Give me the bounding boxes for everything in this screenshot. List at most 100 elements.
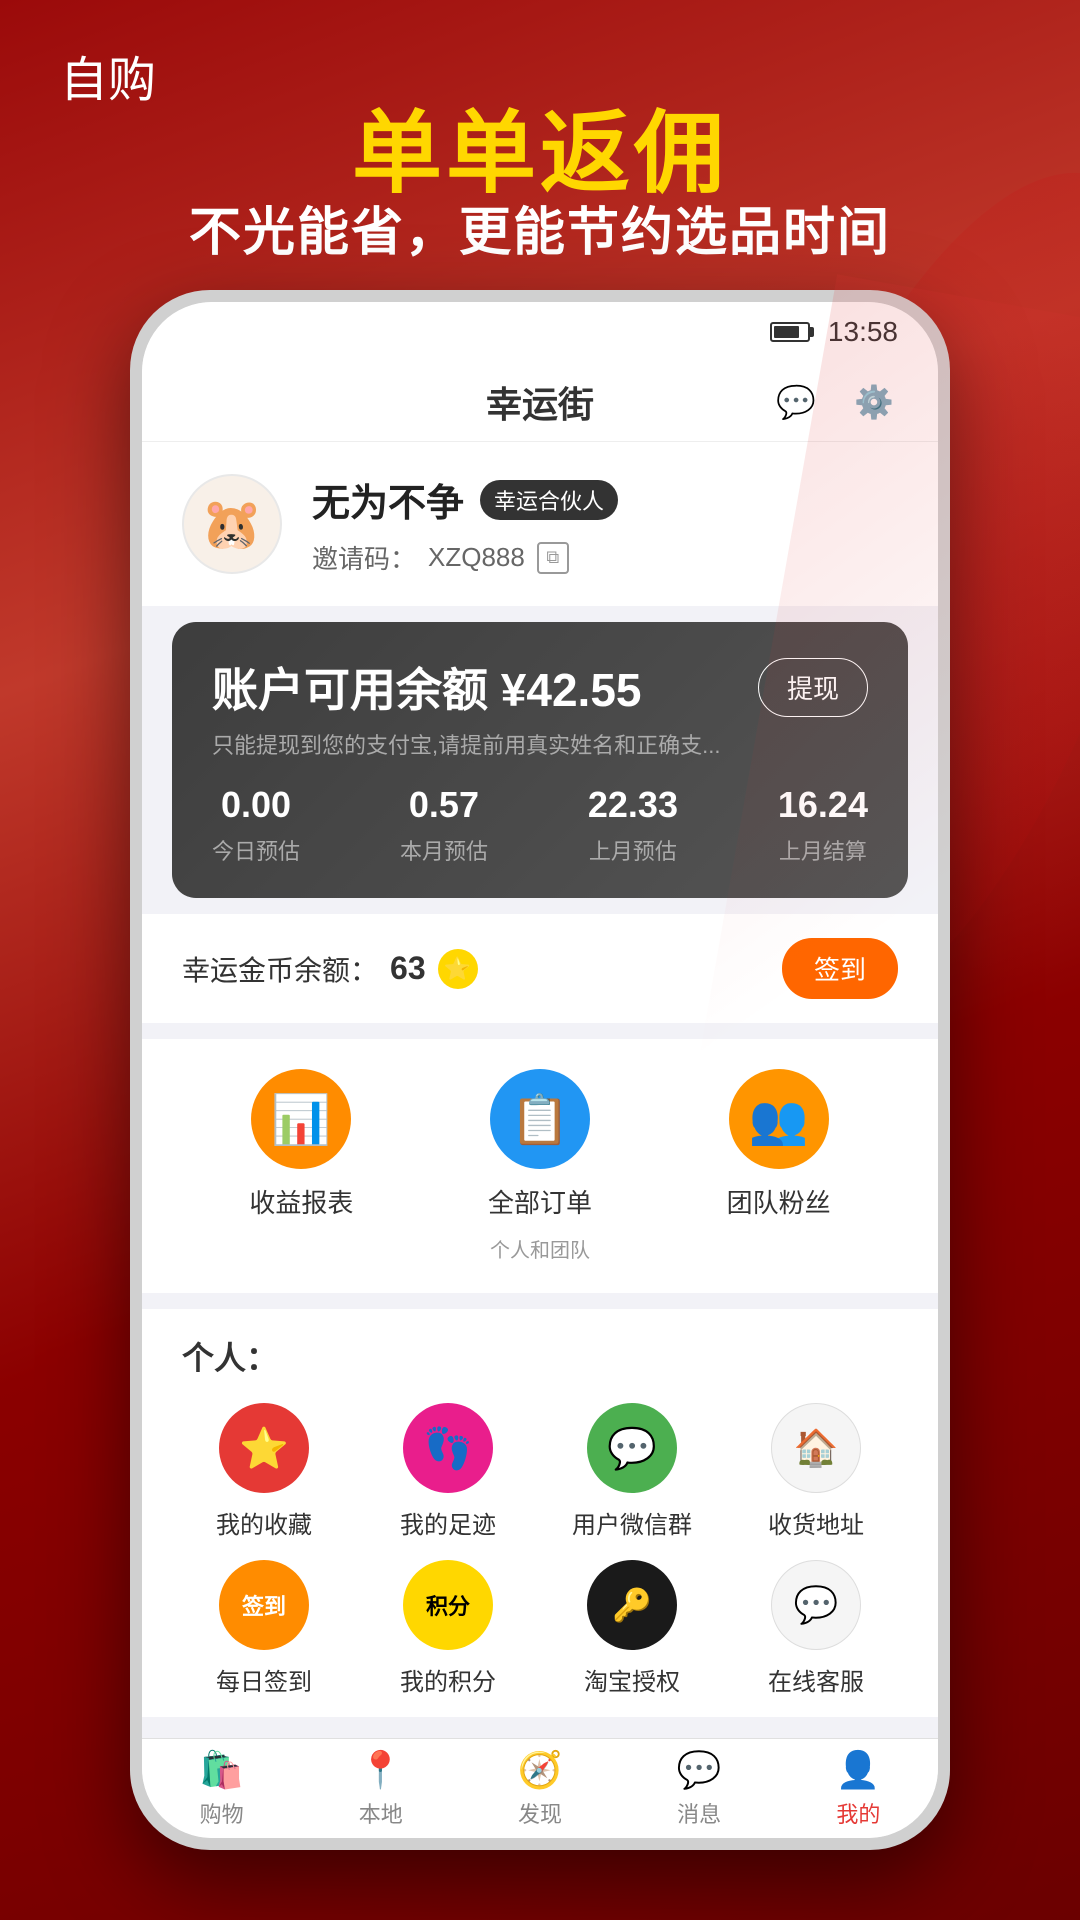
- mine-label: 我的: [836, 1797, 880, 1829]
- phone-outer: 13:58 幸运街 💬 ⚙️ 🐹: [130, 290, 950, 1850]
- daily-checkin-label: 每日签到: [216, 1662, 312, 1697]
- coin-left: 幸运金币余额： 63 ⭐: [182, 949, 478, 989]
- feature-row: 📊 收益报表 📋 全部订单 个人和团队 👥 团队粉丝: [142, 1039, 938, 1293]
- nav-mine[interactable]: 👤 我的: [836, 1749, 881, 1829]
- status-bar: 13:58: [142, 302, 938, 362]
- battery-icon: [770, 322, 810, 342]
- invite-code: XZQ888: [428, 542, 525, 573]
- service-label: 在线客服: [768, 1662, 864, 1697]
- orders-icon: 📋: [490, 1069, 590, 1169]
- stat-today: 0.00 今日预估: [212, 784, 300, 866]
- team-icon: 👥: [729, 1069, 829, 1169]
- feature-orders[interactable]: 📋 全部订单 个人和团队: [488, 1069, 592, 1263]
- address-icon: 🏠: [771, 1403, 861, 1493]
- personal-footprint[interactable]: 👣 我的足迹: [366, 1403, 530, 1540]
- balance-title-amount: 账户可用余额 ¥42.55: [212, 654, 642, 720]
- balance-stats: 0.00 今日预估 0.57 本月预估 22.33 上月预估: [212, 784, 868, 866]
- invite-row: 邀请码： XZQ888 ⧉: [312, 539, 898, 576]
- invite-label: 邀请码：: [312, 539, 416, 576]
- favorites-icon: ⭐: [219, 1403, 309, 1493]
- coin-icon: ⭐: [438, 949, 478, 989]
- top-nav: 幸运街 💬 ⚙️: [142, 362, 938, 442]
- personal-address[interactable]: 🏠 收货地址: [734, 1403, 898, 1540]
- personal-daily-checkin[interactable]: 签到 每日签到: [182, 1560, 346, 1697]
- messages-label: 消息: [677, 1797, 721, 1829]
- stat-last-month: 22.33 上月预估: [588, 784, 678, 866]
- taobao-label: 淘宝授权: [584, 1662, 680, 1697]
- bottom-nav: 🛍️ 购物 📍 本地 🧭 发现 💬 消息: [142, 1738, 938, 1838]
- nav-discover[interactable]: 🧭 发现: [518, 1749, 563, 1829]
- wechat-icon: 💬: [587, 1403, 677, 1493]
- copy-icon[interactable]: ⧉: [537, 542, 569, 574]
- footprint-label: 我的足迹: [400, 1505, 496, 1540]
- battery-fill: [774, 326, 799, 338]
- phone-mockup: 13:58 幸运街 💬 ⚙️ 🐹: [130, 290, 950, 1850]
- coin-count: 63: [390, 950, 426, 987]
- orders-label: 全部订单: [488, 1183, 592, 1220]
- profile-name-row: 无为不争 幸运合伙人: [312, 472, 898, 527]
- stat-last-settle-value: 16.24: [778, 784, 868, 826]
- stat-last-month-label: 上月预估: [588, 834, 678, 866]
- stat-last-settle: 16.24 上月结算: [778, 784, 868, 866]
- service-icon: 💬: [771, 1560, 861, 1650]
- stat-month: 0.57 本月预估: [400, 784, 488, 866]
- team-label: 团队粉丝: [727, 1183, 831, 1220]
- favorites-label: 我的收藏: [216, 1505, 312, 1540]
- background: 自购 单单返佣 不光能省，更能节约选品时间 13:58 幸运街: [0, 0, 1080, 1920]
- balance-amount: 账户可用余额 ¥42.55: [212, 664, 642, 716]
- local-icon: 📍: [358, 1749, 403, 1791]
- messages-icon: 💬: [677, 1749, 722, 1791]
- earnings-label: 收益报表: [249, 1183, 353, 1220]
- coin-section: 幸运金币余额： 63 ⭐ 签到: [142, 914, 938, 1023]
- scroll-content: 🐹 无为不争 幸运合伙人 邀请码： XZQ888 ⧉: [142, 442, 938, 1738]
- avatar: 🐹: [182, 474, 282, 574]
- stat-last-settle-label: 上月结算: [778, 834, 868, 866]
- personal-service[interactable]: 💬 在线客服: [734, 1560, 898, 1697]
- feature-earnings[interactable]: 📊 收益报表: [249, 1069, 353, 1263]
- nav-shopping[interactable]: 🛍️ 购物: [199, 1749, 244, 1829]
- profile-info: 无为不争 幸运合伙人 邀请码： XZQ888 ⧉: [312, 472, 898, 576]
- balance-header: 账户可用余额 ¥42.55 提现: [212, 654, 868, 720]
- stat-today-label: 今日预估: [212, 834, 300, 866]
- footprint-icon: 👣: [403, 1403, 493, 1493]
- earnings-icon: 📊: [251, 1069, 351, 1169]
- nav-local[interactable]: 📍 本地: [358, 1749, 403, 1829]
- discover-icon: 🧭: [518, 1749, 563, 1791]
- app-title: 幸运街: [486, 376, 594, 428]
- personal-favorites[interactable]: ⭐ 我的收藏: [182, 1403, 346, 1540]
- battery-rect: [770, 322, 810, 342]
- points-label: 我的积分: [400, 1662, 496, 1697]
- sub-title: 不光能省，更能节约选品时间: [0, 190, 1080, 265]
- partner-badge: 幸运合伙人: [480, 480, 618, 520]
- balance-note: 只能提现到您的支付宝,请提前用真实姓名和正确支...: [212, 728, 868, 760]
- orders-sublabel: 个人和团队: [490, 1234, 590, 1263]
- stat-last-month-value: 22.33: [588, 784, 678, 826]
- settings-nav-icon[interactable]: ⚙️: [850, 378, 898, 426]
- profile-section: 🐹 无为不争 幸运合伙人 邀请码： XZQ888 ⧉: [142, 442, 938, 606]
- daily-checkin-icon: 签到: [219, 1560, 309, 1650]
- personal-title: 个人：: [182, 1333, 898, 1379]
- feature-team[interactable]: 👥 团队粉丝: [727, 1069, 831, 1263]
- personal-points[interactable]: 积分 我的积分: [366, 1560, 530, 1697]
- discover-label: 发现: [518, 1797, 562, 1829]
- phone-inner: 13:58 幸运街 💬 ⚙️ 🐹: [142, 302, 938, 1838]
- shopping-icon: 🛍️: [199, 1749, 244, 1791]
- address-label: 收货地址: [768, 1505, 864, 1540]
- personal-taobao[interactable]: 🔑 淘宝授权: [550, 1560, 714, 1697]
- checkin-button[interactable]: 签到: [782, 938, 898, 999]
- stat-today-value: 0.00: [212, 784, 300, 826]
- stat-month-value: 0.57: [400, 784, 488, 826]
- message-nav-icon[interactable]: 💬: [772, 378, 820, 426]
- shopping-label: 购物: [200, 1797, 244, 1829]
- stat-month-label: 本月预估: [400, 834, 488, 866]
- mine-icon: 👤: [836, 1749, 881, 1791]
- coin-label: 幸运金币余额：: [182, 949, 378, 989]
- balance-card: 账户可用余额 ¥42.55 提现 只能提现到您的支付宝,请提前用真实姓名和正确支…: [172, 622, 908, 898]
- personal-wechat[interactable]: 💬 用户微信群: [550, 1403, 714, 1540]
- nav-icons: 💬 ⚙️: [772, 378, 898, 426]
- points-icon: 积分: [403, 1560, 493, 1650]
- local-label: 本地: [359, 1797, 403, 1829]
- taobao-icon: 🔑: [587, 1560, 677, 1650]
- nav-messages[interactable]: 💬 消息: [677, 1749, 722, 1829]
- withdraw-button[interactable]: 提现: [758, 658, 868, 717]
